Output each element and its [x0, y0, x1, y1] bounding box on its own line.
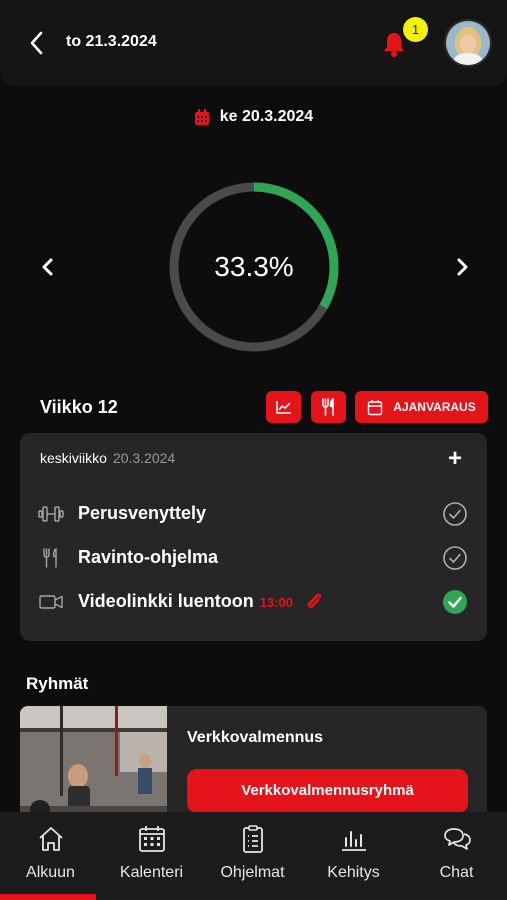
tab-ohjelmat[interactable]: Ohjelmat	[202, 812, 303, 900]
item-label: Videolinkki luentoon	[78, 591, 254, 611]
join-group-button[interactable]: Verkkovalmennusryhmä	[187, 769, 468, 813]
checked-circle-icon[interactable]	[442, 589, 468, 615]
selected-date: ke 20.3.2024	[219, 108, 314, 125]
tab-kehitys[interactable]: Kehitys	[303, 812, 404, 900]
tab-label: Kehitys	[327, 864, 380, 881]
item-label: Ravinto-ohjelma	[78, 547, 219, 567]
video-camera-icon	[39, 595, 63, 609]
nutrition-button[interactable]	[311, 391, 346, 423]
tab-label: Alkuun	[26, 864, 75, 881]
tab-kalenteri[interactable]: Kalenteri	[101, 812, 202, 900]
group-card[interactable]: Verkkovalmennus Verkkovalmennusryhmä	[20, 706, 487, 826]
item-time: 13:00	[259, 595, 293, 610]
list-item[interactable]: Ravinto-ohjelma	[38, 543, 478, 573]
tab-label: Ohjelmat	[220, 864, 285, 881]
fork-knife-icon	[321, 398, 334, 416]
booking-button-label: AJANVARAUS	[393, 400, 476, 414]
unchecked-circle-icon[interactable]	[442, 501, 468, 527]
day-card: keskiviikko 20.3.2024 + Perusvenyttely Ra…	[20, 433, 487, 641]
group-image	[20, 706, 167, 826]
avatar[interactable]	[444, 19, 492, 67]
progress-percentage: 33.3%	[214, 251, 294, 282]
dumbbell-icon	[38, 506, 64, 522]
clipboard-list-icon	[243, 825, 263, 853]
day-card-date: 20.3.2024	[112, 450, 176, 466]
previous-day-chevron-icon[interactable]	[38, 256, 58, 278]
list-item[interactable]: Perusvenyttely	[38, 499, 478, 529]
active-tab-indicator	[0, 894, 96, 900]
group-name: Verkkovalmennus	[187, 729, 324, 746]
day-card-weekday: keskiviikko	[40, 450, 107, 466]
bar-chart-icon	[342, 831, 366, 851]
progress-chart-button[interactable]	[266, 391, 301, 423]
chat-bubbles-icon	[444, 828, 471, 850]
bottom-tab-bar: Alkuun Kalenteri Ohjelmat Kehitys Chat	[0, 812, 507, 900]
home-icon	[39, 827, 63, 851]
tab-chat[interactable]: Chat	[406, 812, 507, 900]
item-label-row: Videolinkki luentoon 13:00	[78, 591, 324, 612]
next-day-chevron-icon[interactable]	[452, 256, 472, 278]
item-label: Perusvenyttely	[78, 503, 207, 523]
day-card-header: keskiviikko 20.3.2024	[40, 450, 175, 466]
trend-chart-icon	[275, 401, 291, 414]
notification-badge: 1	[403, 17, 428, 42]
add-item-button[interactable]: +	[448, 445, 462, 473]
page-title: to 21.3.2024	[66, 33, 157, 50]
list-item[interactable]: Videolinkki luentoon 13:00	[38, 587, 478, 617]
calendar-icon	[194, 108, 209, 125]
back-chevron-icon[interactable]	[26, 30, 48, 56]
calendar-grid-icon	[139, 826, 165, 852]
calendar-outline-icon	[368, 399, 383, 415]
paperclip-icon[interactable]	[304, 591, 324, 611]
groups-title: Ryhmät	[26, 674, 89, 693]
fork-knife-icon	[43, 548, 57, 568]
tab-alkuun[interactable]: Alkuun	[0, 812, 101, 900]
tab-label: Kalenteri	[119, 864, 184, 881]
progress-ring: 33.3%	[165, 178, 343, 356]
tab-label: Chat	[439, 864, 474, 881]
date-selector[interactable]: ke 20.3.2024	[0, 108, 507, 132]
booking-button[interactable]: AJANVARAUS	[355, 391, 488, 423]
unchecked-circle-icon[interactable]	[442, 545, 468, 571]
week-title: Viikko 12	[40, 397, 118, 417]
top-bar: to 21.3.2024 1	[0, 0, 507, 86]
